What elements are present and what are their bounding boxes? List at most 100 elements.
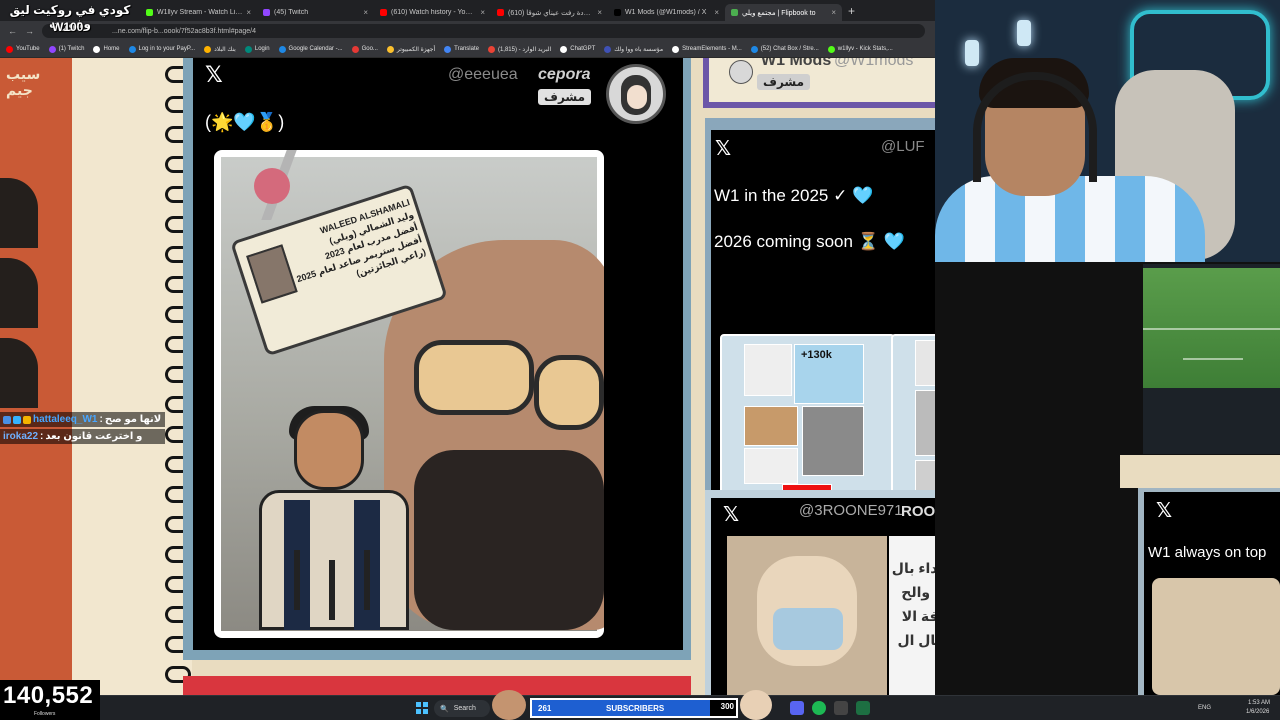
bookmark-item[interactable]: (1,815) - البريد الوارد <box>487 45 551 53</box>
bookmark-label: YouTube <box>16 46 40 52</box>
bookmark-item[interactable]: مؤسسة باه ووا ولك <box>604 45 663 53</box>
sunglasses-lens <box>534 355 604 430</box>
avatar-face <box>627 85 647 109</box>
collage-followers: +130k <box>794 344 864 404</box>
bookmark-label: Translate <box>454 46 479 52</box>
game-capture <box>1143 264 1280 454</box>
character-avatar <box>740 690 772 720</box>
bookmark-label: Home <box>103 46 120 52</box>
tab-close-icon[interactable]: × <box>480 8 485 17</box>
browser-toolbar: ← → ...ne.com/flip-b ...oook/7f52ac8b3f.… <box>0 21 935 41</box>
bookmark-item[interactable]: w1llyv - Kick Stats,... <box>827 45 893 53</box>
browser-tab[interactable]: (610) Watch history - YouTube × <box>374 4 491 21</box>
bookmark-favicon-icon <box>48 45 56 53</box>
bookmark-favicon-icon <box>672 45 680 53</box>
article-image[interactable]: الجميع عدم الاقتداء بال في هذه الصفحة، و… <box>889 536 935 695</box>
bookmark-item[interactable]: أجهزة الكمبيوتر <box>386 45 435 53</box>
app-icon[interactable] <box>834 701 848 715</box>
bookmark-item[interactable]: Google Calendar -... <box>278 45 343 53</box>
flipbook-logo: سيب جيم <box>6 66 41 98</box>
tab-favicon-icon <box>380 9 387 16</box>
collage-instagram <box>744 344 792 396</box>
bookmarks-bar: YouTube (1) Twitch Home Log in to your PayP… <box>0 41 935 58</box>
pitch-line <box>1183 358 1243 360</box>
tab-title: مجتمع ويلي | Flipbook to <box>742 9 816 17</box>
tab-title: (610) Watch history - YouTube <box>391 9 477 16</box>
tweet-card-body: W1 Mods @W1mods مشرف <box>709 58 935 102</box>
bookmark-item[interactable]: ChatGPT <box>560 45 596 53</box>
bookmark-favicon-icon <box>6 45 13 53</box>
bookmark-item[interactable]: Log in to your PayP... <box>128 45 196 53</box>
bookmark-item[interactable]: بنك البلاد <box>204 45 236 53</box>
tweet-handle: @eeeuea <box>448 66 518 83</box>
bookmark-favicon-icon <box>128 45 136 53</box>
bookmark-item[interactable]: StreamElements - M... <box>672 45 742 53</box>
tweet-text-line: W1 in the 2025 ✓ 🩵 <box>714 186 874 205</box>
browser-tab[interactable]: مجتمع ويلي | Flipbook to × <box>725 4 842 21</box>
tab-close-icon[interactable]: × <box>831 8 836 17</box>
lanyard-plush <box>254 168 290 204</box>
tab-close-icon[interactable]: × <box>597 8 602 17</box>
tab-close-icon[interactable]: × <box>246 8 251 17</box>
tweet-card-cepora: 𝕏 @eeeuea cepora مشرف (🌟🩵🥇) WALEED ALSHA… <box>183 58 691 660</box>
tab-close-icon[interactable]: × <box>714 8 719 17</box>
bookmark-item[interactable]: (1) Twitch <box>48 45 84 53</box>
tweet-card-on-top: 𝕏 W1 always on top <box>1138 486 1280 695</box>
tray-time[interactable]: 1:53 AM <box>1248 700 1270 706</box>
taskbar-search[interactable]: 🔍 Search <box>434 700 490 717</box>
bookmark-item[interactable]: (52) Chat Box / Stre... <box>750 45 819 53</box>
excel-icon[interactable] <box>856 701 870 715</box>
portrait-beard <box>414 450 604 630</box>
bookmark-item[interactable]: YouTube <box>6 45 40 53</box>
browser-tab[interactable]: W1 Mods (@W1mods) / X × <box>608 4 725 21</box>
tweet-image[interactable]: WALEED ALSHAMALI وليد الشمالي (ويلي) أفض… <box>214 150 604 638</box>
bookmark-item[interactable]: Login <box>244 45 270 53</box>
bookmark-label: Log in to your PayP... <box>138 46 196 52</box>
bookmark-label: ChatGPT <box>570 46 596 52</box>
bookmark-label: Google Calendar -... <box>288 46 343 52</box>
chat-username[interactable]: hattaleeq_W1 <box>33 414 97 425</box>
tweet-card-2026: 𝕏 @LUF W1 in the 2025 ✓ 🩵 2026 coming so… <box>705 118 935 531</box>
tweet-card-body: 𝕏 W1 always on top <box>1144 492 1280 695</box>
tweet-emojis: (🌟🩵🥇) <box>205 112 285 132</box>
collage-photo <box>915 340 935 386</box>
address-bar[interactable]: ...ne.com/flip-b ...oook/7f52ac8b3f.html… <box>42 24 925 38</box>
collage-text-panel <box>915 390 935 456</box>
browser-tab[interactable]: (610) الشودة رفت عيناي شوقا - ...× <box>491 4 608 21</box>
bookmark-favicon-icon <box>487 45 495 53</box>
tray-date[interactable]: 1/6/2026 <box>1246 709 1269 715</box>
bookmark-label: Goo... <box>361 46 378 52</box>
browser-tab[interactable]: W1llyv Stream - Watch Live on× <box>140 4 257 21</box>
bookmark-label: w1llyv - Kick Stats,... <box>837 46 893 52</box>
bookmark-item[interactable]: Home <box>93 45 120 53</box>
cartoon-figure <box>234 406 414 630</box>
bookmark-favicon-icon <box>278 45 286 53</box>
tab-title: (45) Twitch <box>274 9 309 16</box>
cat-image[interactable] <box>727 536 887 695</box>
tab-close-icon[interactable]: × <box>363 8 368 17</box>
browser-tab[interactable]: (45) Twitch × <box>257 4 374 21</box>
search-icon: 🔍 <box>440 705 449 713</box>
bookmark-item[interactable]: Goo... <box>351 45 378 53</box>
bookmark-item[interactable]: Translate <box>444 45 479 53</box>
x-logo-icon: 𝕏 <box>205 62 223 87</box>
chat-badge-icon <box>23 415 31 424</box>
chat-text: لانها مو صح <box>104 414 162 425</box>
stream-subtitle-overlay: W100 <box>52 20 84 34</box>
followers-count: 140,552 <box>3 682 94 709</box>
pitch-line <box>1143 328 1280 330</box>
tray-language[interactable]: ENG <box>1198 705 1211 711</box>
spotify-icon[interactable] <box>812 701 826 715</box>
followers-badge-text: +130k <box>801 349 832 361</box>
discord-icon[interactable] <box>790 701 804 715</box>
chat-username[interactable]: iroka22 <box>3 431 38 442</box>
bookmark-favicon-icon <box>827 45 835 53</box>
new-tab-button[interactable]: + <box>848 4 855 18</box>
windows-start-icon[interactable] <box>416 702 428 714</box>
tweet-image[interactable] <box>1152 578 1280 695</box>
tweet-card-body: 𝕏 @eeeuea cepora مشرف (🌟🩵🥇) WALEED ALSHA… <box>193 58 683 650</box>
microphone <box>364 550 370 610</box>
collage-photo <box>744 448 798 484</box>
followers-counter: 140,552 Followers <box>0 680 100 720</box>
headset <box>973 72 1097 182</box>
